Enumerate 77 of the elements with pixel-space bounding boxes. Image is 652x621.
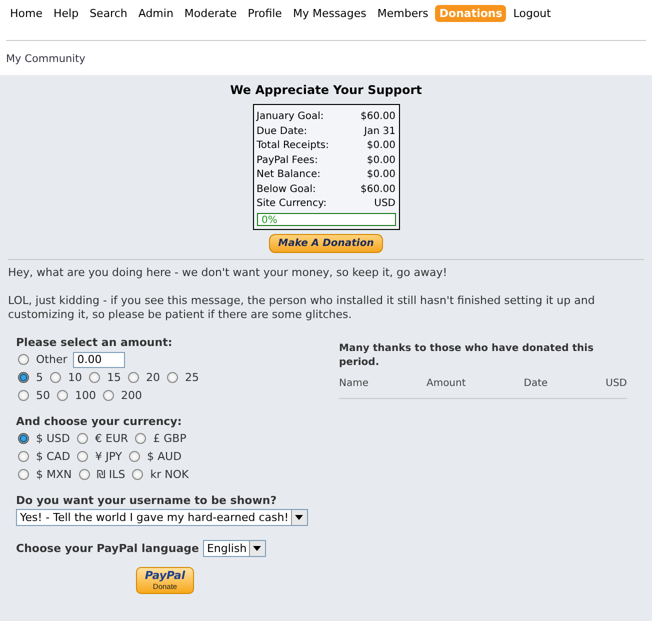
radio-button[interactable] — [132, 469, 144, 480]
option-label: 10 — [68, 371, 82, 384]
message-text: LOL, just kidding - if you see this message, the person who installed it still hasn't finished setting it up and customizing it, so please be patient if there are some glitches. — [8, 294, 596, 322]
language-dropdown[interactable]: English — [202, 540, 266, 556]
option-label: ₪ ILS — [96, 468, 126, 481]
radio-button[interactable] — [18, 451, 29, 462]
summary-value: USD — [374, 197, 396, 211]
column-header: Name — [339, 378, 369, 388]
summary-value: $0.00 — [366, 154, 396, 168]
option-label: $ AUD — [147, 450, 182, 463]
radio-button[interactable] — [129, 451, 140, 462]
amount-field[interactable]: 0.00 — [73, 352, 126, 368]
option-label: 25 — [185, 371, 199, 384]
page-title: We Appreciate Your Support — [230, 83, 422, 97]
summary-value: $60.00 — [360, 110, 396, 124]
radio-button[interactable] — [78, 469, 90, 480]
option-label: 20 — [146, 371, 160, 384]
column-header: Date — [524, 378, 548, 388]
nav-link[interactable]: Profile — [244, 4, 286, 22]
summary-label: Net Balance: — [256, 168, 320, 182]
summary-label: Due Date: — [256, 124, 308, 138]
summary-label: Site Currency: — [256, 197, 327, 211]
summary-label: January Goal: — [256, 110, 324, 124]
field-label: Choose your PayPal language — [16, 542, 199, 554]
radio-button[interactable] — [18, 354, 29, 365]
radio-button[interactable] — [18, 469, 29, 480]
radio-button[interactable] — [89, 372, 100, 383]
summary-label: Below Goal: — [256, 182, 316, 196]
option-label: 200 — [121, 389, 142, 402]
summary-value: Jan 31 — [364, 124, 396, 138]
radio-button[interactable] — [18, 433, 29, 444]
radio-button[interactable] — [50, 372, 61, 383]
breadcrumb-link[interactable]: My Community — [6, 53, 86, 65]
donate-button[interactable]: Make A Donation — [269, 234, 383, 252]
radio-button[interactable] — [77, 433, 88, 444]
nav-link[interactable]: My Messages — [288, 4, 370, 22]
option-label: 50 — [36, 389, 50, 402]
thanks-heading: Many thanks to those who have donated this period. — [339, 342, 595, 370]
radio-button[interactable] — [103, 390, 114, 401]
radio-button[interactable] — [77, 451, 88, 462]
radio-button[interactable] — [135, 433, 146, 444]
radio-button[interactable] — [128, 372, 139, 383]
section-heading: Please select an amount: — [16, 336, 174, 348]
option-label: Other — [36, 353, 68, 366]
summary-value: $0.00 — [366, 139, 396, 153]
summary-label: PayPal Fees: — [256, 154, 318, 168]
progress-label: 0% — [262, 214, 278, 226]
nav-link[interactable]: Search — [86, 4, 132, 22]
option-label: $ CAD — [36, 450, 70, 463]
nav-link[interactable]: Logout — [509, 4, 555, 22]
nav-link[interactable]: Moderate — [180, 4, 241, 22]
summary-value: $0.00 — [366, 168, 396, 182]
nav-link[interactable]: Home — [6, 4, 46, 22]
message-text: Hey, what are you doing here - we don't want your money, so keep it, go away! — [8, 266, 448, 280]
radio-button[interactable] — [18, 372, 29, 383]
username-dropdown[interactable]: Yes! - Tell the world I gave my hard-earned cash! — [16, 508, 308, 526]
option-label: $ MXN — [36, 468, 72, 481]
field-label: Do you want your username to be shown? — [16, 494, 278, 506]
section-heading: And choose your currency: — [16, 414, 183, 428]
nav-link[interactable]: Admin — [134, 4, 178, 22]
option-label: 15 — [107, 371, 121, 384]
option-label: £ GBP — [153, 432, 186, 445]
nav-link[interactable]: Help — [49, 4, 83, 22]
column-header: USD — [606, 378, 627, 388]
radio-button[interactable] — [57, 390, 68, 401]
summary-value: $60.00 — [360, 182, 396, 196]
option-label: $ USD — [36, 432, 70, 445]
option-label: 100 — [75, 389, 96, 402]
radio-button[interactable] — [18, 390, 29, 401]
column-header: Amount — [426, 378, 466, 388]
option-label: kr NOK — [150, 468, 189, 481]
option-label: ¥ JPY — [95, 450, 122, 463]
summary-label: Total Receipts: — [256, 139, 329, 153]
option-label: 5 — [36, 371, 43, 384]
nav-link[interactable]: Members — [373, 4, 432, 22]
radio-button[interactable] — [167, 372, 178, 383]
option-label: € EUR — [95, 432, 128, 445]
